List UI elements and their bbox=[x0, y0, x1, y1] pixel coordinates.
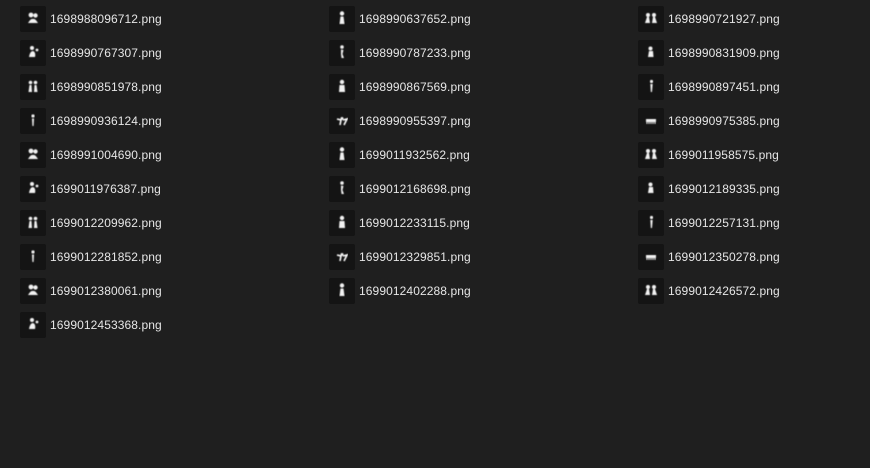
file-item[interactable]: 1698990787233.png bbox=[329, 36, 638, 70]
file-name: 1699012453368.png bbox=[50, 318, 162, 332]
file-item[interactable]: 1698991004690.png bbox=[20, 138, 329, 172]
person-silhouette-thumbnail bbox=[329, 6, 355, 32]
group-silhouette-thumbnail bbox=[638, 278, 664, 304]
group-silhouette-thumbnail bbox=[638, 244, 664, 270]
file-name: 1698990831909.png bbox=[668, 46, 780, 60]
file-name: 1698990851978.png bbox=[50, 80, 162, 94]
file-name: 1698990936124.png bbox=[50, 114, 162, 128]
file-name: 1699012281852.png bbox=[50, 250, 162, 264]
group-silhouette-thumbnail bbox=[638, 142, 664, 168]
file-name: 1699012402288.png bbox=[359, 284, 471, 298]
file-item[interactable]: 1699012402288.png bbox=[329, 274, 638, 308]
person-silhouette-thumbnail bbox=[20, 312, 46, 338]
file-name: 1698990787233.png bbox=[359, 46, 471, 60]
file-name: 1699011932562.png bbox=[359, 148, 470, 162]
file-name: 1699012257131.png bbox=[668, 216, 780, 230]
file-item[interactable]: 1698990867569.png bbox=[329, 70, 638, 104]
file-item[interactable]: 1699012453368.png bbox=[20, 308, 329, 342]
file-name: 1699012329851.png bbox=[359, 250, 471, 264]
group-silhouette-thumbnail bbox=[638, 6, 664, 32]
file-item[interactable]: 1698990831909.png bbox=[638, 36, 868, 70]
group-silhouette-thumbnail bbox=[329, 142, 355, 168]
person-silhouette-thumbnail bbox=[20, 108, 46, 134]
file-item[interactable]: 1698990721927.png bbox=[638, 2, 868, 36]
file-item[interactable]: 1699012426572.png bbox=[638, 274, 868, 308]
file-name: 1698990867569.png bbox=[359, 80, 471, 94]
file-name: 1698988096712.png bbox=[50, 12, 162, 26]
file-name: 1698990955397.png bbox=[359, 114, 471, 128]
person-silhouette-thumbnail bbox=[638, 74, 664, 100]
group-silhouette-thumbnail bbox=[638, 210, 664, 236]
file-name: 1699011976387.png bbox=[50, 182, 161, 196]
file-item[interactable]: 1699011958575.png bbox=[638, 138, 868, 172]
file-grid: 1698988096712.png 1698990637652.png 169899… bbox=[20, 2, 868, 342]
file-name: 1699012380061.png bbox=[50, 284, 162, 298]
group-silhouette-thumbnail bbox=[20, 244, 46, 270]
file-name: 1699012426572.png bbox=[668, 284, 780, 298]
file-item[interactable]: 1699012257131.png bbox=[638, 206, 868, 240]
file-item[interactable]: 1699012350278.png bbox=[638, 240, 868, 274]
file-name: 1698990637652.png bbox=[359, 12, 471, 26]
person-silhouette-thumbnail bbox=[20, 176, 46, 202]
file-item[interactable]: 1698990936124.png bbox=[20, 104, 329, 138]
file-name: 1699012233115.png bbox=[359, 216, 470, 230]
group-silhouette-thumbnail bbox=[329, 108, 355, 134]
file-name: 1698990767307.png bbox=[50, 46, 162, 60]
file-item[interactable]: 1698988096712.png bbox=[20, 2, 329, 36]
file-item[interactable]: 1699012329851.png bbox=[329, 240, 638, 274]
file-name: 1699012209962.png bbox=[50, 216, 162, 230]
file-item[interactable]: 1698990851978.png bbox=[20, 70, 329, 104]
file-name: 1699011958575.png bbox=[668, 148, 779, 162]
file-name: 1698990721927.png bbox=[668, 12, 780, 26]
file-name: 1698990975385.png bbox=[668, 114, 780, 128]
group-silhouette-thumbnail bbox=[329, 244, 355, 270]
file-item[interactable]: 1699012380061.png bbox=[20, 274, 329, 308]
file-name: 1698991004690.png bbox=[50, 148, 162, 162]
group-silhouette-thumbnail bbox=[20, 142, 46, 168]
file-item[interactable]: 1698990975385.png bbox=[638, 104, 868, 138]
person-silhouette-thumbnail bbox=[329, 74, 355, 100]
group-silhouette-thumbnail bbox=[20, 40, 46, 66]
group-silhouette-thumbnail bbox=[20, 6, 46, 32]
file-item[interactable]: 1698990637652.png bbox=[329, 2, 638, 36]
file-item[interactable]: 1699012209962.png bbox=[20, 206, 329, 240]
file-item[interactable]: 1699012281852.png bbox=[20, 240, 329, 274]
person-silhouette-thumbnail bbox=[638, 176, 664, 202]
file-item[interactable]: 1699011932562.png bbox=[329, 138, 638, 172]
file-item[interactable]: 1698990955397.png bbox=[329, 104, 638, 138]
file-name: 1699012168698.png bbox=[359, 182, 471, 196]
person-silhouette-thumbnail bbox=[20, 210, 46, 236]
file-item[interactable]: 1699012168698.png bbox=[329, 172, 638, 206]
file-item[interactable]: 1698990897451.png bbox=[638, 70, 868, 104]
file-name: 1699012350278.png bbox=[668, 250, 780, 264]
file-name: 1699012189335.png bbox=[668, 182, 780, 196]
group-silhouette-thumbnail bbox=[329, 176, 355, 202]
file-item[interactable]: 1699012233115.png bbox=[329, 206, 638, 240]
person-silhouette-thumbnail bbox=[638, 40, 664, 66]
file-item[interactable]: 1699011976387.png bbox=[20, 172, 329, 206]
group-silhouette-thumbnail bbox=[329, 210, 355, 236]
person-silhouette-thumbnail bbox=[20, 278, 46, 304]
file-name: 1698990897451.png bbox=[668, 80, 780, 94]
person-silhouette-thumbnail bbox=[329, 40, 355, 66]
group-silhouette-thumbnail bbox=[20, 74, 46, 100]
person-silhouette-thumbnail bbox=[329, 278, 355, 304]
file-item[interactable]: 1698990767307.png bbox=[20, 36, 329, 70]
file-item[interactable]: 1699012189335.png bbox=[638, 172, 868, 206]
group-silhouette-thumbnail bbox=[638, 108, 664, 134]
